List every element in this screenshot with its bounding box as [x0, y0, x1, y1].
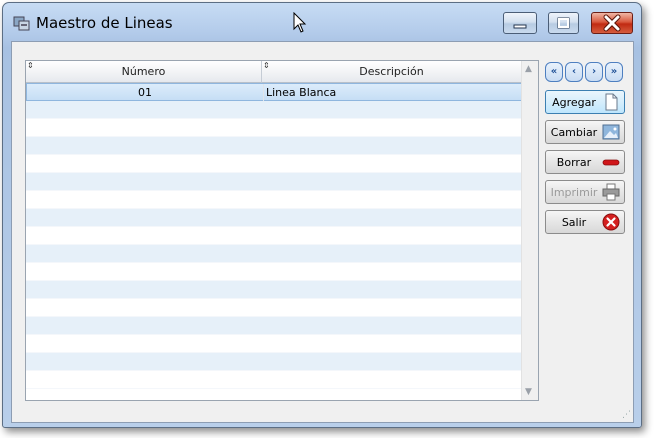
previous-record-button[interactable]: ‹: [565, 62, 583, 82]
minimize-button[interactable]: [503, 12, 537, 34]
next-record-button[interactable]: ›: [585, 62, 603, 82]
client-area: ⇕ Número ⇕ Descripción 01 Linea Blanca ▲…: [11, 41, 634, 423]
maximize-button[interactable]: [548, 12, 579, 34]
grid-header: ⇕ Número ⇕ Descripción: [26, 61, 522, 83]
close-circle-icon: [602, 213, 620, 231]
title-bar[interactable]: Maestro de Lineas: [3, 3, 641, 41]
table-row[interactable]: 01 Linea Blanca: [26, 83, 522, 101]
resize-grip-icon[interactable]: ⋰: [622, 410, 631, 420]
scroll-down-icon[interactable]: ▼: [525, 387, 532, 397]
close-button[interactable]: [591, 12, 633, 34]
scroll-up-icon[interactable]: ▲: [525, 64, 532, 74]
agregar-button[interactable]: Agregar: [545, 90, 625, 114]
agregar-label: Agregar: [552, 96, 596, 109]
printer-icon: [602, 183, 620, 201]
empty-row: [26, 209, 522, 227]
sort-icon: ⇕: [263, 61, 270, 70]
new-document-icon: [605, 93, 618, 111]
salir-label: Salir: [561, 216, 587, 229]
cell-descripcion: Linea Blanca: [266, 86, 337, 99]
cambiar-button[interactable]: Cambiar: [545, 120, 625, 144]
edit-picture-icon: [602, 124, 620, 140]
sort-icon: ⇕: [27, 61, 34, 70]
empty-row: [26, 371, 522, 389]
empty-row: [26, 191, 522, 209]
salir-button[interactable]: Salir: [545, 210, 625, 234]
maximize-icon: [557, 17, 570, 29]
empty-row: [26, 281, 522, 299]
window-title: Maestro de Lineas: [36, 14, 173, 32]
empty-row: [26, 137, 522, 155]
double-chevron-left-icon: «: [550, 66, 558, 77]
close-icon: [603, 14, 621, 32]
empty-row: [26, 155, 522, 173]
first-record-button[interactable]: «: [545, 62, 563, 82]
app-icon: [13, 16, 30, 31]
empty-row: [26, 335, 522, 353]
empty-row: [26, 317, 522, 335]
borrar-button[interactable]: Borrar: [545, 150, 625, 174]
chevron-right-icon: ›: [591, 66, 597, 77]
column-header-numero[interactable]: ⇕ Número: [26, 61, 262, 83]
vertical-scrollbar[interactable]: ▲ ▼: [521, 61, 538, 400]
empty-row: [26, 119, 522, 137]
last-record-button[interactable]: »: [605, 62, 623, 82]
empty-row: [26, 173, 522, 191]
cambiar-label: Cambiar: [550, 126, 598, 139]
empty-row: [26, 227, 522, 245]
double-chevron-right-icon: »: [610, 66, 618, 77]
cell-numero: 01: [27, 84, 264, 101]
empty-row: [26, 299, 522, 317]
column-header-label: Número: [121, 65, 166, 78]
empty-row: [26, 353, 522, 371]
column-header-label: Descripción: [359, 65, 424, 78]
mouse-cursor-icon: [293, 12, 307, 33]
minus-icon: [602, 159, 620, 166]
lines-grid[interactable]: ⇕ Número ⇕ Descripción 01 Linea Blanca ▲…: [25, 60, 539, 401]
borrar-label: Borrar: [556, 156, 592, 169]
column-header-descripcion[interactable]: ⇕ Descripción: [262, 61, 522, 83]
imprimir-button[interactable]: Imprimir: [545, 180, 625, 204]
main-window: Maestro de Lineas ⇕ Número ⇕ Descripción…: [2, 2, 642, 428]
empty-row: [26, 263, 522, 281]
grid-rows: 01 Linea Blanca: [26, 83, 522, 389]
chevron-left-icon: ‹: [571, 66, 577, 77]
empty-row: [26, 245, 522, 263]
imprimir-label: Imprimir: [550, 186, 598, 199]
minimize-icon: [513, 24, 527, 29]
empty-row: [26, 101, 522, 119]
